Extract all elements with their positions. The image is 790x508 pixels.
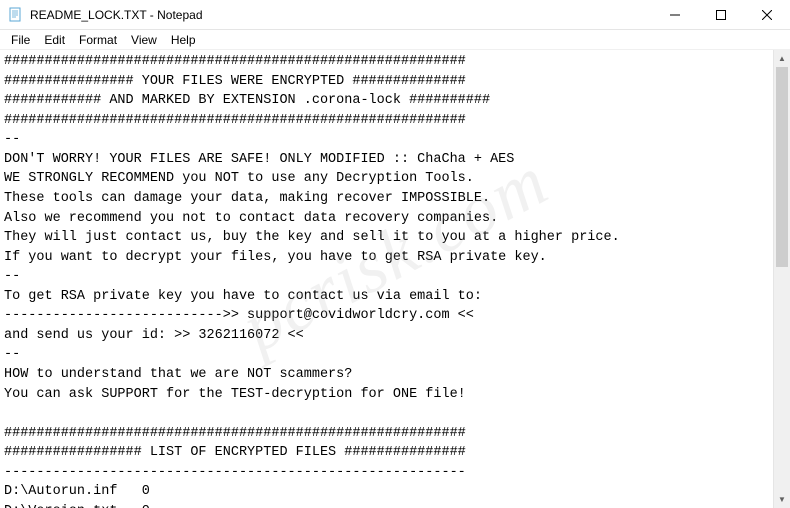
text-area[interactable]: ########################################… <box>0 50 773 508</box>
menu-view[interactable]: View <box>124 31 164 49</box>
content-wrap: ########################################… <box>0 50 790 508</box>
close-button[interactable] <box>744 0 790 30</box>
menu-help[interactable]: Help <box>164 31 203 49</box>
menubar: File Edit Format View Help <box>0 30 790 50</box>
scroll-down-arrow[interactable]: ▼ <box>774 491 790 508</box>
notepad-icon <box>8 7 24 23</box>
vertical-scrollbar[interactable]: ▲ ▼ <box>773 50 790 508</box>
scroll-track[interactable] <box>774 67 790 491</box>
titlebar: README_LOCK.TXT - Notepad <box>0 0 790 30</box>
window-title: README_LOCK.TXT - Notepad <box>30 8 203 22</box>
minimize-button[interactable] <box>652 0 698 30</box>
window-controls <box>652 0 790 29</box>
titlebar-left: README_LOCK.TXT - Notepad <box>8 7 203 23</box>
scroll-up-arrow[interactable]: ▲ <box>774 50 790 67</box>
menu-file[interactable]: File <box>4 31 37 49</box>
maximize-button[interactable] <box>698 0 744 30</box>
scroll-thumb[interactable] <box>776 67 788 267</box>
menu-edit[interactable]: Edit <box>37 31 72 49</box>
menu-format[interactable]: Format <box>72 31 124 49</box>
